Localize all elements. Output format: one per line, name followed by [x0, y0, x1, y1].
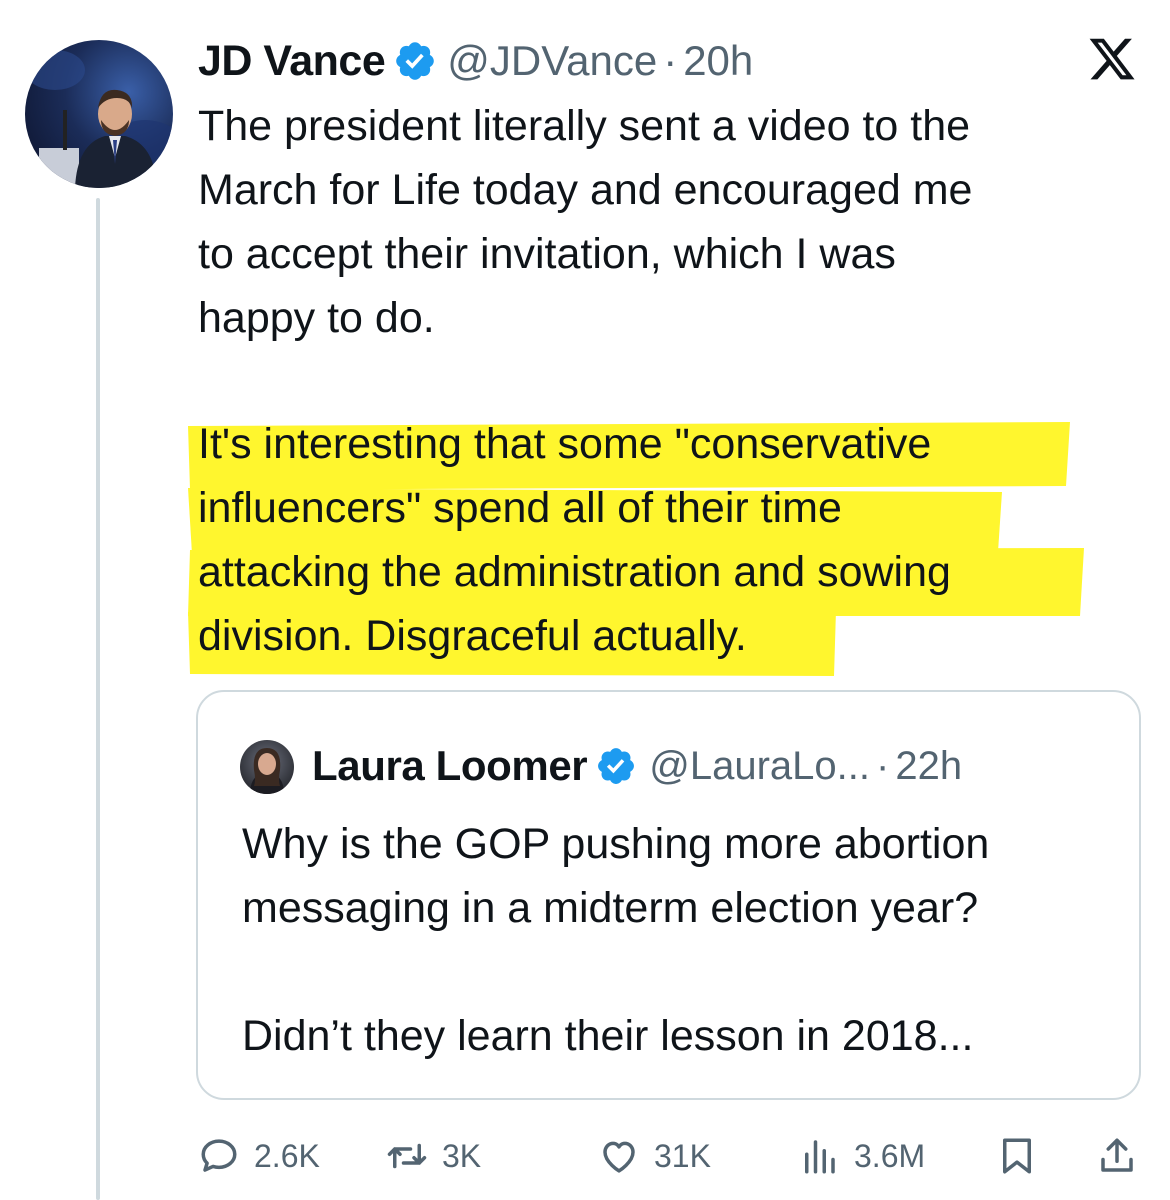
quoted-verified-badge-icon: [598, 748, 635, 784]
author-name[interactable]: JD Vance: [198, 37, 386, 86]
views-button[interactable]: 3.6M: [798, 1126, 925, 1186]
x-logo-icon: [1089, 38, 1135, 80]
quoted-author-avatar[interactable]: [240, 740, 294, 794]
quoted-avatar-photo-icon: [250, 748, 284, 794]
view-count: 3.6M: [854, 1137, 926, 1174]
reply-button[interactable]: 2.6K: [198, 1126, 320, 1186]
repost-button[interactable]: 3K: [386, 1126, 481, 1186]
bookmark-button[interactable]: [996, 1126, 1038, 1186]
share-button[interactable]: [1096, 1126, 1138, 1186]
share-icon: [1101, 1138, 1133, 1172]
quoted-tweet-time[interactable]: 22h: [895, 744, 962, 789]
quoted-tweet-text: Why is the GOP pushing more abortion mes…: [242, 820, 990, 1060]
like-button[interactable]: 31K: [598, 1126, 711, 1186]
author-avatar[interactable]: [25, 40, 173, 188]
like-icon: [603, 1141, 635, 1173]
quoted-tweet-card[interactable]: Laura Loomer @LauraLo... · 22h Why is th…: [196, 690, 1141, 1100]
thread-line: [96, 198, 100, 1200]
verified-badge-icon: [396, 42, 435, 80]
tweet-header: JD Vance @JDVance · 20h: [198, 36, 753, 86]
quoted-separator-dot: ·: [876, 743, 890, 788]
repost-icon: [387, 1143, 427, 1169]
tweet-text-paragraph-1: The president literally sent a video to …: [198, 102, 973, 342]
like-count: 31K: [654, 1137, 711, 1174]
repost-count: 3K: [442, 1137, 482, 1174]
reply-icon: [201, 1139, 237, 1172]
reply-count: 2.6K: [254, 1137, 320, 1174]
avatar-photo-icon: [25, 50, 173, 188]
highlighted-paragraph: It's interesting that some "conservative…: [186, 420, 1106, 680]
quoted-tweet-header: Laura Loomer @LauraLo... · 22h: [312, 738, 962, 794]
author-handle[interactable]: @JDVance: [447, 37, 657, 85]
views-icon: [805, 1140, 835, 1174]
separator-dot: ·: [663, 37, 678, 84]
bookmark-icon: [1003, 1138, 1031, 1174]
quoted-author-handle[interactable]: @LauraLo...: [649, 744, 870, 789]
tweet-time[interactable]: 20h: [683, 37, 753, 85]
tweet-text-paragraph-2: It's interesting that some "conservative…: [198, 420, 951, 660]
quoted-author-name[interactable]: Laura Loomer: [312, 742, 588, 790]
tweet-action-bar: 2.6K 3K 31K 3.6M: [198, 1126, 1148, 1186]
